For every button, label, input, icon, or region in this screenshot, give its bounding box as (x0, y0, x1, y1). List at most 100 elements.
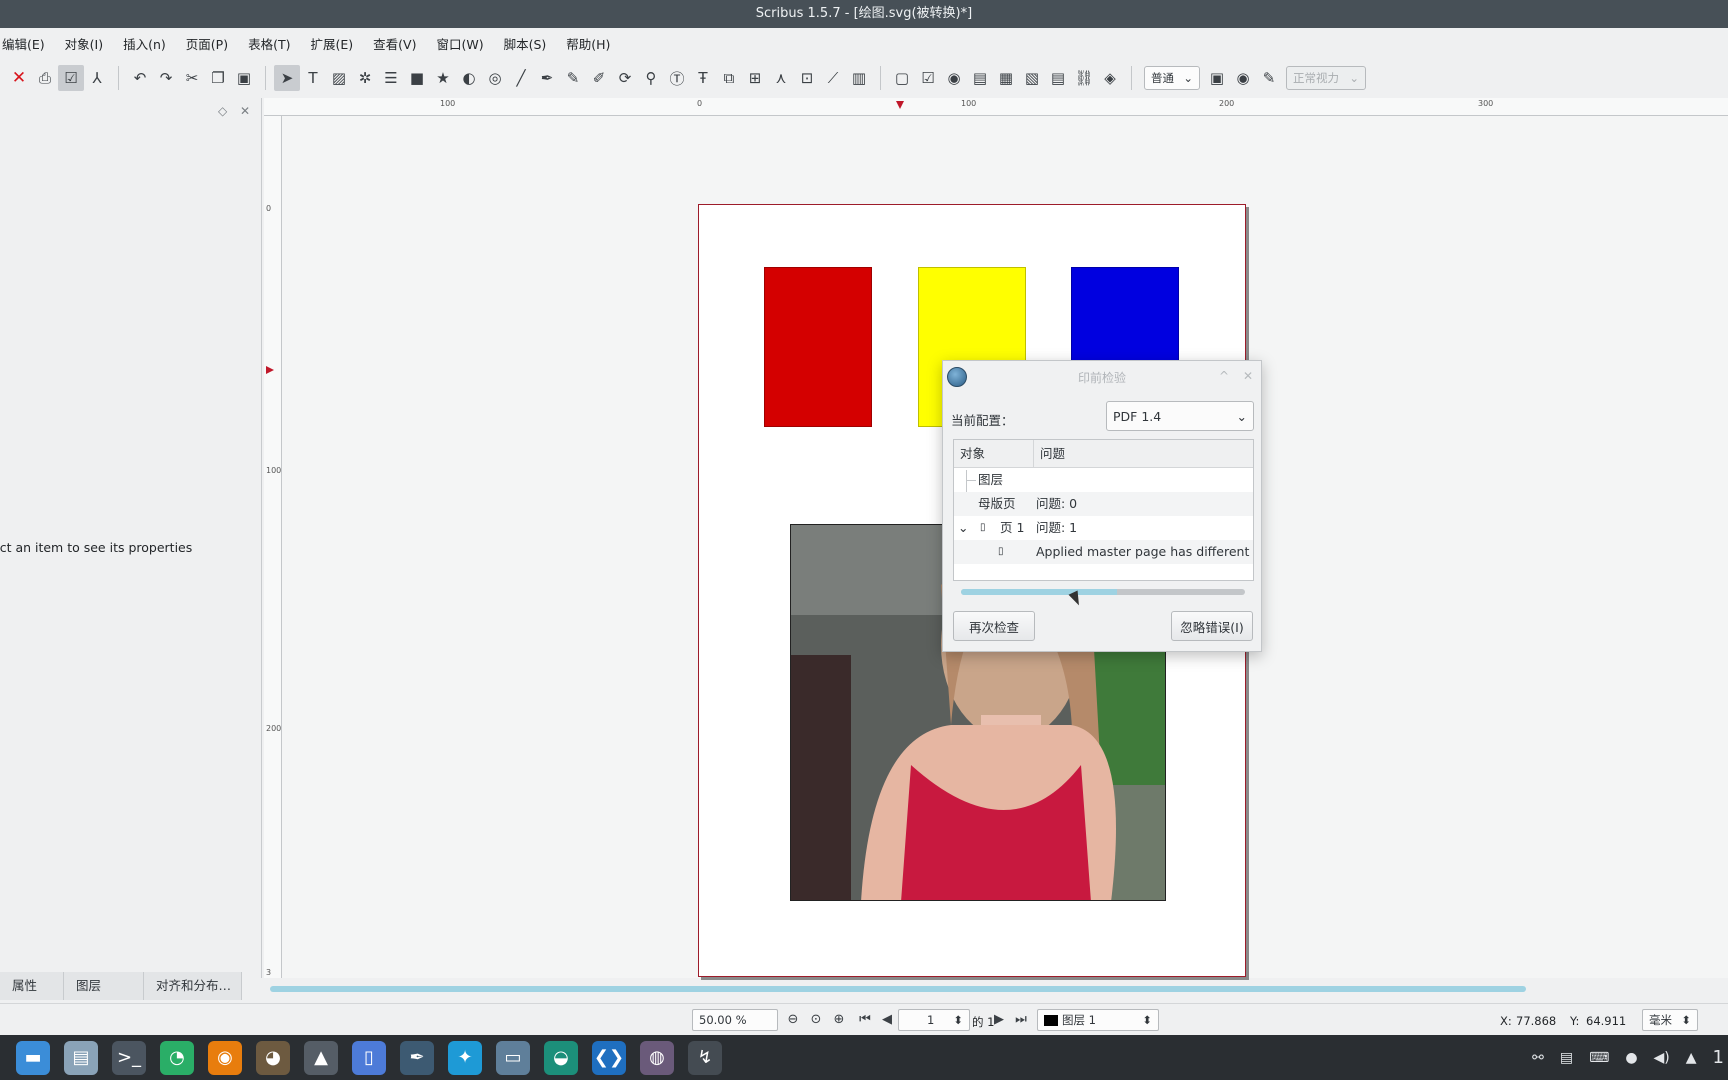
zoom-out-icon[interactable]: ⊖ (784, 1010, 802, 1028)
menu-insert[interactable]: 插入(n) (113, 34, 176, 53)
preview-mode-icon[interactable]: ▣ (1204, 65, 1230, 91)
pdf-radio-icon[interactable]: ◉ (941, 65, 967, 91)
redo-icon[interactable]: ↷ (153, 65, 179, 91)
menu-edit[interactable]: 编辑(E) (0, 34, 55, 53)
zoom-in-icon[interactable]: ⊕ (830, 1010, 848, 1028)
previous-page-icon[interactable]: ◀ (878, 1010, 896, 1028)
minimize-icon[interactable]: ^ (1219, 369, 1229, 383)
pdf-3d-icon[interactable]: ◈ (1097, 65, 1123, 91)
unit-select[interactable]: 毫米 ⬍ (1642, 1009, 1698, 1031)
shape-icon[interactable]: ■ (404, 65, 430, 91)
column-header-issue[interactable]: 问题 (1034, 440, 1065, 467)
close-icon[interactable]: ✕ (6, 65, 32, 91)
tree-row[interactable]: ⌄ ▯ 页 1 问题: 1 (954, 516, 1253, 540)
edge-dev-icon[interactable]: ◒ (544, 1040, 578, 1075)
blender-icon[interactable]: ◉ (208, 1040, 242, 1075)
freehand-icon[interactable]: ✎ (560, 65, 586, 91)
tab-layers[interactable]: 图层 (64, 972, 144, 1000)
first-page-icon[interactable]: ⏮ (856, 1010, 874, 1028)
edit-text-icon[interactable]: Ⓣ (664, 65, 690, 91)
page-number-field[interactable]: 1 ⬍ (898, 1009, 970, 1031)
tab-align-distribute[interactable]: 对齐和分布… (144, 972, 242, 1000)
vision-select[interactable]: 正常视力 ⌄ (1286, 66, 1366, 90)
pdf-listbox-icon[interactable]: ▧ (1019, 65, 1045, 91)
menu-table[interactable]: 表格(T) (238, 34, 300, 53)
measure-icon[interactable]: ⋏ (768, 65, 794, 91)
menu-script[interactable]: 脚本(S) (494, 34, 557, 53)
pdf-annotation-icon[interactable]: ▤ (1045, 65, 1071, 91)
layer-select[interactable]: 图层 1 ⬍ (1037, 1009, 1159, 1031)
undo-icon[interactable]: ↶ (127, 65, 153, 91)
copy-icon[interactable]: ❐ (205, 65, 231, 91)
menu-object[interactable]: 对象(I) (55, 34, 113, 53)
pdf-icon[interactable]: ⅄ (84, 65, 110, 91)
paste-icon[interactable]: ▣ (231, 65, 257, 91)
spiral-icon[interactable]: ◎ (482, 65, 508, 91)
pdf-checkbox-icon[interactable]: ☑ (915, 65, 941, 91)
clipboard-icon[interactable]: ▤ (1560, 1050, 1573, 1066)
tray-up-icon[interactable]: ▲ (1686, 1050, 1697, 1066)
link-frames-icon[interactable]: ⧉ (716, 65, 742, 91)
vscode-icon[interactable]: ❮❯ (592, 1040, 626, 1075)
chevron-down-icon[interactable]: ⌄ (958, 516, 968, 540)
column-header-object[interactable]: 对象 (954, 440, 1034, 467)
inkscape-icon[interactable]: ▲ (304, 1040, 338, 1075)
image-frame-icon[interactable]: ▨ (326, 65, 352, 91)
zoom-reset-icon[interactable]: ⊙ (807, 1010, 825, 1028)
text-frame-icon[interactable]: T (300, 65, 326, 91)
screenshot-icon[interactable]: ▭ (496, 1040, 530, 1075)
story-editor-icon[interactable]: Ŧ (690, 65, 716, 91)
cursor-app-icon[interactable]: ↯ (688, 1040, 722, 1075)
issues-tree[interactable]: 对象 问题 图层 母版页 问题: 0 ⌄ ▯ 页 1 问题: 1 ▯ Appli… (953, 439, 1254, 581)
pdf-link-icon[interactable]: ⛓ (1071, 65, 1097, 91)
polygon-icon[interactable]: ★ (430, 65, 456, 91)
blue-rectangle[interactable] (1071, 267, 1179, 362)
select-icon[interactable]: ➤ (274, 65, 300, 91)
pdf-button-icon[interactable]: ▢ (889, 65, 915, 91)
zoom-field[interactable]: 50.00 % (692, 1009, 778, 1031)
profile-select[interactable]: PDF 1.4 ⌄ (1106, 401, 1254, 431)
next-page-icon[interactable]: ▶ (990, 1010, 1008, 1028)
close-icon[interactable]: ✕ (1243, 369, 1253, 383)
last-page-icon[interactable]: ⏭ (1012, 1010, 1030, 1028)
recheck-button[interactable]: 再次检查 (953, 611, 1035, 641)
menu-help[interactable]: 帮助(H) (556, 34, 620, 53)
print-icon[interactable]: ⎙ (32, 65, 58, 91)
wechat-icon[interactable]: ◔ (160, 1040, 194, 1075)
keyboard-icon[interactable]: ⌨ (1589, 1050, 1609, 1066)
scribus-icon[interactable]: ✒ (400, 1040, 434, 1075)
eyedropper-icon[interactable]: ⟋ (820, 65, 846, 91)
menu-page[interactable]: 页面(P) (176, 34, 238, 53)
horizontal-scrollbar[interactable] (270, 986, 1526, 992)
gimp-icon[interactable]: ◕ (256, 1040, 290, 1075)
menu-view[interactable]: 查看(V) (363, 34, 426, 53)
microphone-icon[interactable]: ● (1625, 1050, 1637, 1066)
line-icon[interactable]: ╱ (508, 65, 534, 91)
tree-row[interactable]: 母版页 问题: 0 (954, 492, 1253, 516)
volume-icon[interactable]: ◀) (1654, 1050, 1670, 1066)
tree-row[interactable]: 图层 (954, 468, 1253, 492)
unlink-frames-icon[interactable]: ⊞ (742, 65, 768, 91)
edit-mode-icon[interactable]: ✎ (1256, 65, 1282, 91)
table-icon[interactable]: ☰ (378, 65, 404, 91)
color-picker-icon[interactable]: ◍ (640, 1040, 674, 1075)
pdf-textfield-icon[interactable]: ▤ (967, 65, 993, 91)
barcode-icon[interactable]: ▥ (846, 65, 872, 91)
tree-row[interactable]: ▯ Applied master page has different pa (954, 540, 1253, 564)
preflight-icon[interactable]: ☑ (58, 65, 84, 91)
terminal-icon[interactable]: >_ (112, 1040, 146, 1075)
mode-select[interactable]: 普通 ⌄ (1144, 66, 1200, 90)
bezier-icon[interactable]: ✒ (534, 65, 560, 91)
render-frame-icon[interactable]: ✲ (352, 65, 378, 91)
menu-window[interactable]: 窗口(W) (426, 34, 493, 53)
float-panel-icon[interactable]: ◇ (218, 104, 227, 118)
files-icon[interactable]: ▬ (16, 1040, 50, 1075)
copy-properties-icon[interactable]: ⊡ (794, 65, 820, 91)
app-store-icon[interactable]: ✦ (448, 1040, 482, 1075)
menu-extras[interactable]: 扩展(E) (300, 34, 363, 53)
eye-icon[interactable]: ◉ (1230, 65, 1256, 91)
cut-icon[interactable]: ✂ (179, 65, 205, 91)
document-viewer-icon[interactable]: ▤ (64, 1040, 98, 1075)
pdf-combobox-icon[interactable]: ▦ (993, 65, 1019, 91)
arc-icon[interactable]: ◐ (456, 65, 482, 91)
